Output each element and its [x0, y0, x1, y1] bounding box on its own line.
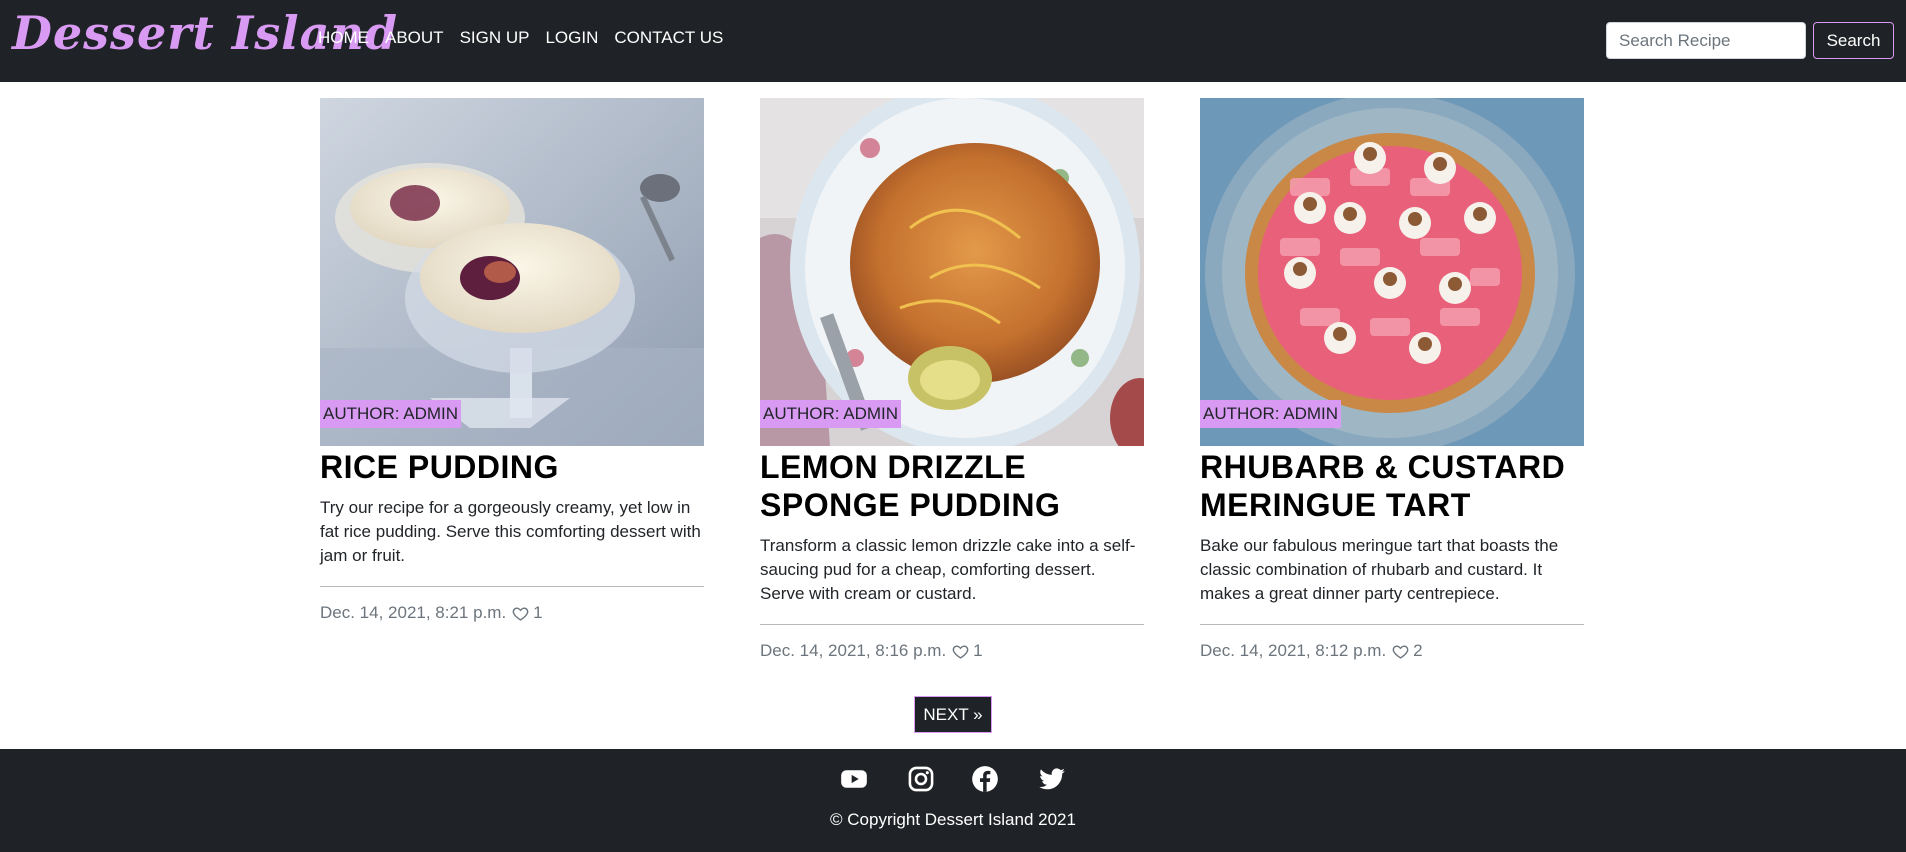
- youtube-icon[interactable]: [840, 765, 868, 793]
- like-count: 1: [533, 603, 543, 622]
- recipe-card: AUTHOR: ADMIN RHUBARB & CUSTARD MERINGUE…: [1200, 98, 1584, 661]
- heart-icon[interactable]: [952, 643, 969, 660]
- recipe-date: Dec. 14, 2021, 8:12 p.m.: [1200, 641, 1387, 660]
- like-count: 2: [1413, 641, 1423, 660]
- navbar: Dessert Island HOME ABOUT SIGN UP LOGIN …: [0, 0, 1906, 82]
- recipe-card: AUTHOR: ADMIN RICE PUDDING Try our recip…: [320, 98, 704, 623]
- author-badge[interactable]: AUTHOR: ADMIN: [760, 400, 902, 428]
- recipe-description: Transform a classic lemon drizzle cake i…: [760, 536, 1136, 603]
- nav-home-link[interactable]: HOME: [318, 28, 369, 48]
- search-input[interactable]: [1606, 22, 1806, 59]
- heart-icon[interactable]: [1392, 643, 1409, 660]
- nav-about-link[interactable]: ABOUT: [385, 28, 444, 48]
- nav-contact-link[interactable]: CONTACT US: [614, 28, 723, 48]
- recipe-date: Dec. 14, 2021, 8:21 p.m.: [320, 603, 507, 622]
- nav-signup-link[interactable]: SIGN UP: [460, 28, 530, 48]
- recipe-image-rhubarb-tart[interactable]: AUTHOR: ADMIN: [1200, 98, 1584, 446]
- recipe-title[interactable]: RHUBARB & CUSTARD MERINGUE TART: [1200, 448, 1584, 524]
- recipe-title[interactable]: RICE PUDDING: [320, 448, 704, 486]
- recipe-description: Try our recipe for a gorgeously creamy, …: [320, 498, 701, 565]
- card-divider: [760, 624, 1144, 625]
- heart-icon[interactable]: [512, 605, 529, 622]
- author-badge[interactable]: AUTHOR: ADMIN: [1200, 400, 1342, 428]
- nav-login-link[interactable]: LOGIN: [545, 28, 598, 48]
- rhubarb-tart-photo: [1200, 98, 1584, 446]
- recipe-image-lemon-drizzle[interactable]: AUTHOR: ADMIN: [760, 98, 1144, 446]
- card-divider: [320, 586, 704, 587]
- footer: © Copyright Dessert Island 2021: [0, 749, 1906, 852]
- recipe-description: Bake our fabulous meringue tart that boa…: [1200, 536, 1559, 603]
- recipe-meta: Dec. 14, 2021, 8:21 p.m. 1: [320, 603, 704, 623]
- recipe-meta: Dec. 14, 2021, 8:16 p.m. 1: [760, 641, 1144, 661]
- recipe-date: Dec. 14, 2021, 8:16 p.m.: [760, 641, 947, 660]
- recipe-title[interactable]: LEMON DRIZZLE SPONGE PUDDING: [760, 448, 1144, 524]
- author-badge[interactable]: AUTHOR: ADMIN: [320, 400, 462, 428]
- search-button[interactable]: Search: [1813, 22, 1894, 59]
- recipe-image-rice-pudding[interactable]: AUTHOR: ADMIN: [320, 98, 704, 446]
- twitter-icon[interactable]: [1038, 765, 1066, 793]
- card-divider: [1200, 624, 1584, 625]
- facebook-icon[interactable]: [971, 765, 999, 793]
- recipe-card: AUTHOR: ADMIN LEMON DRIZZLE SPONGE PUDDI…: [760, 98, 1144, 661]
- instagram-icon[interactable]: [907, 765, 935, 793]
- next-page-button[interactable]: NEXT »: [914, 696, 992, 733]
- like-count: 1: [973, 641, 983, 660]
- copyright-text: © Copyright Dessert Island 2021: [830, 810, 1076, 829]
- nav-links: HOME ABOUT SIGN UP LOGIN CONTACT US: [318, 28, 739, 48]
- recipe-meta: Dec. 14, 2021, 8:12 p.m. 2: [1200, 641, 1584, 661]
- rice-pudding-photo: [320, 98, 704, 446]
- lemon-drizzle-photo: [760, 98, 1144, 446]
